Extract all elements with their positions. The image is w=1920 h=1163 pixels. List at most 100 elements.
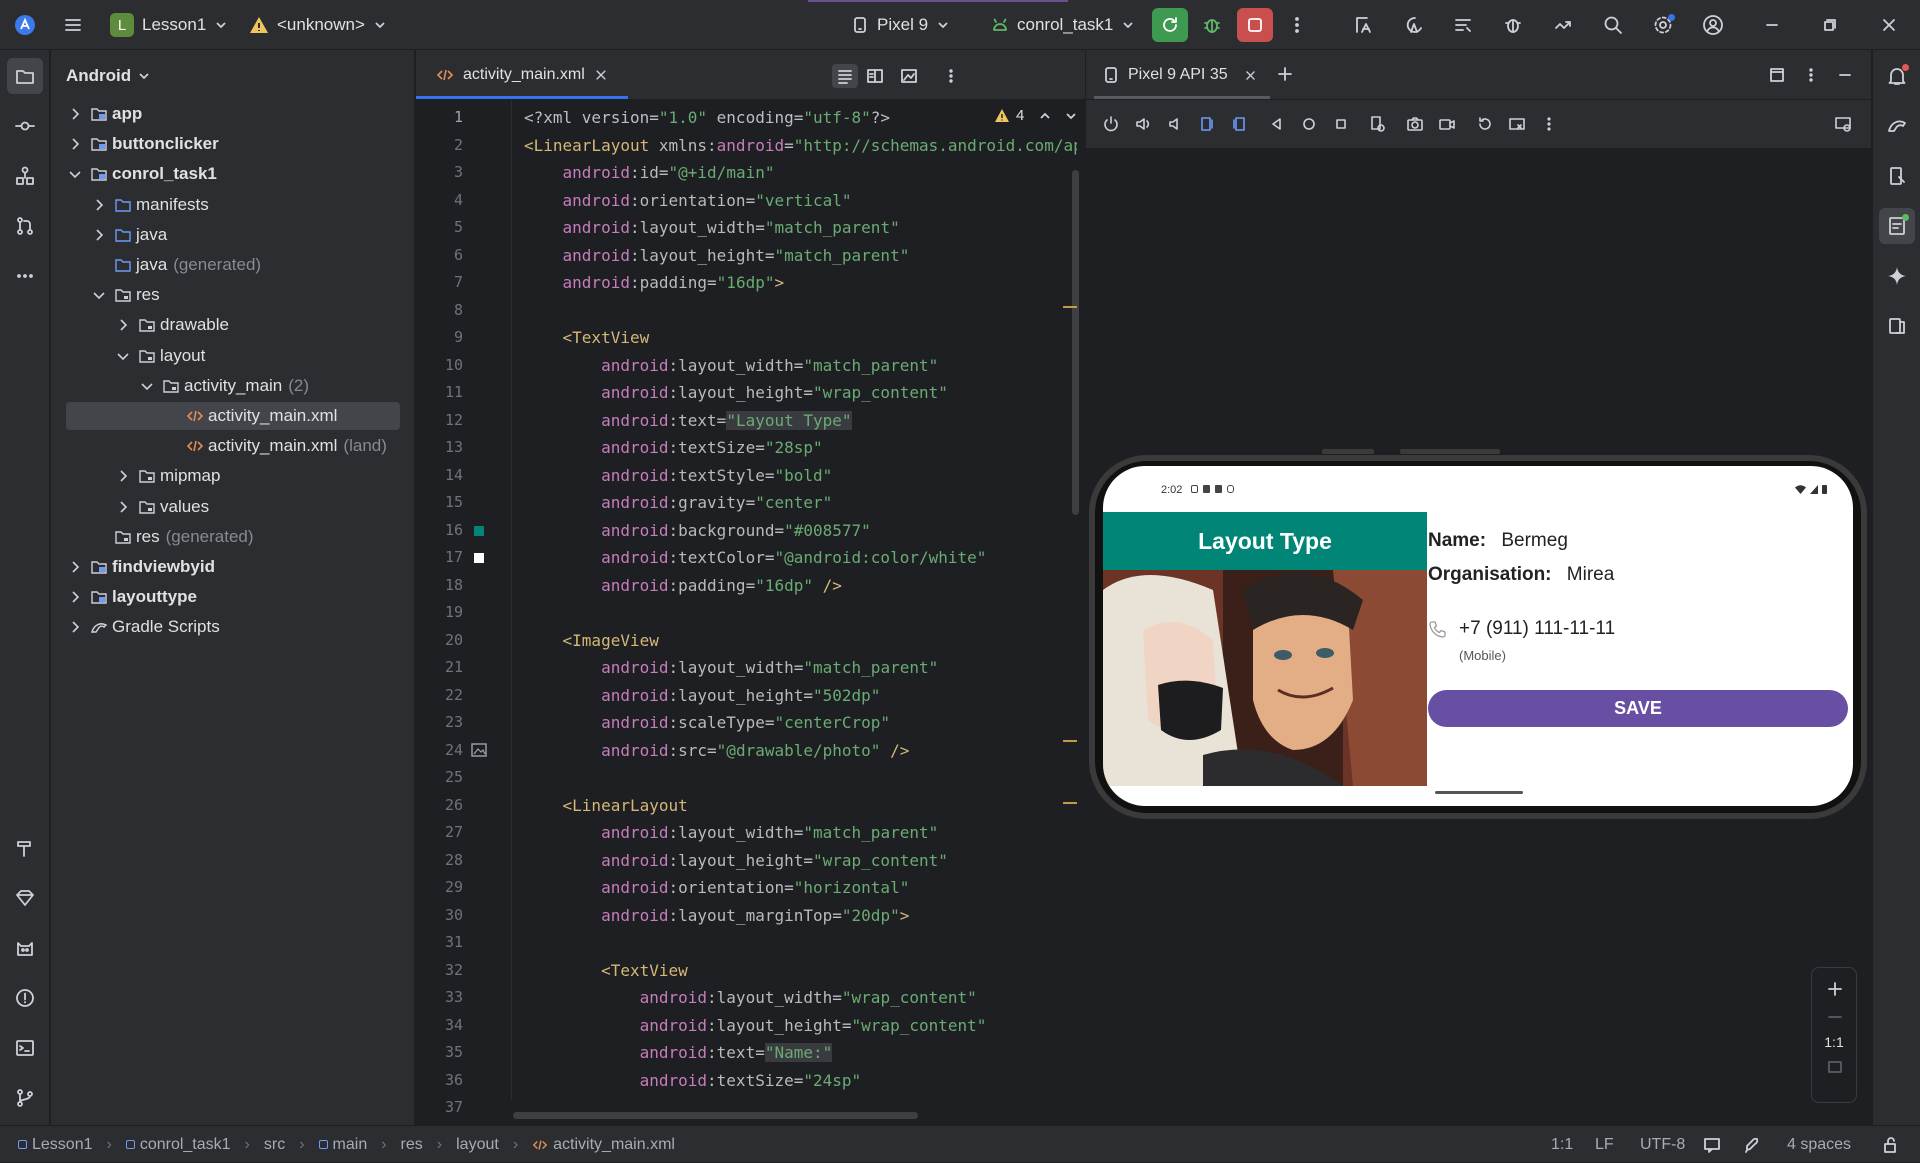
code-line[interactable]: android:layout_height="wrap_content" [524,847,948,874]
maximize-panel-button[interactable] [1768,66,1786,84]
zoom-in-icon[interactable] [1826,980,1844,998]
gemini-tool-button[interactable] [7,880,43,916]
layout-inspector-button[interactable] [1445,8,1481,42]
volume-up-icon[interactable] [1134,115,1152,133]
rotate-left-icon[interactable] [1198,115,1216,133]
rerun-button[interactable] [1152,8,1188,42]
warning-marker[interactable] [1063,306,1077,308]
editor-options-button[interactable] [942,67,960,85]
device-explorer-tool-button[interactable] [1879,308,1915,344]
device-settings-icon[interactable] [1368,115,1386,133]
code-view-button[interactable] [832,64,858,88]
apply-changes-button[interactable] [1346,8,1382,42]
problems-tool-button[interactable] [7,980,43,1016]
structure-tool-button[interactable] [7,158,43,194]
code-line[interactable]: android:layout_width="wrap_content" [524,984,977,1011]
chevron-right-icon[interactable] [114,316,132,334]
close-tab-icon[interactable] [594,68,608,82]
code-line[interactable]: android:orientation="vertical" [524,187,852,214]
android-studio-logo[interactable] [13,0,37,50]
device-manager-button[interactable] [1545,8,1581,42]
chevron-right-icon[interactable] [90,196,108,214]
project-view-selector[interactable]: Android [66,66,151,86]
breadcrumb-item[interactable]: activity_main.xml [532,1136,675,1154]
rotate-right-icon[interactable] [1230,115,1248,133]
caret-position[interactable]: 1:1 [1551,1126,1573,1163]
tree-item[interactable]: drawable [66,311,400,339]
tree-item[interactable]: java [66,221,400,249]
code-line[interactable]: android:background="#008577" [524,517,871,544]
code-line[interactable]: android:layout_width="match_parent" [524,352,938,379]
emulator-screen[interactable]: 2:02 Layout Type Name: Bermeg Organisati… [1103,466,1853,806]
file-encoding[interactable]: UTF-8 [1640,1126,1685,1163]
code-line[interactable]: <TextView [524,324,650,351]
chevron-up-icon[interactable] [1038,109,1052,123]
fit-screen-icon[interactable] [1826,1058,1844,1076]
tree-item[interactable]: res (generated) [66,523,400,551]
search-button[interactable] [1595,8,1631,42]
code-line[interactable]: <ImageView [524,627,659,654]
color-swatch-white[interactable] [474,553,484,563]
gesture-nav-bar[interactable] [1435,791,1523,794]
reset-icon[interactable] [1476,115,1494,133]
restore-window-button[interactable] [1812,8,1848,42]
project-tool-button[interactable] [7,58,43,94]
color-swatch-teal[interactable] [474,525,484,536]
chevron-down-icon[interactable] [90,286,108,304]
pull-requests-tool-button[interactable] [7,208,43,244]
design-view-button[interactable] [900,67,918,85]
tree-item[interactable]: Gradle Scripts [66,613,400,641]
home-icon[interactable] [1300,115,1318,133]
project-selector[interactable]: L Lesson1 [110,0,228,50]
add-device-button[interactable] [1276,65,1294,83]
gemini-tool-button[interactable] [1879,258,1915,294]
code-line[interactable]: android:padding="16dp"> [524,269,785,296]
minimize-window-button[interactable] [1754,8,1790,42]
build-tool-button[interactable] [7,830,43,866]
tree-item[interactable]: conrol_task1 [66,160,400,188]
account-button[interactable] [1695,8,1731,42]
zoom-actual-size[interactable]: 1:1 [1812,1034,1856,1050]
code-line[interactable]: <?xml version="1.0" encoding="utf-8"?> [524,104,890,131]
tree-item[interactable]: layouttype [66,583,400,611]
notifications-tool-button[interactable] [1879,58,1915,94]
code-line[interactable]: <LinearLayout xmlns:android="http://sche… [524,132,1077,159]
more-actions-button[interactable] [1279,8,1315,42]
code-line[interactable]: android:textStyle="bold" [524,462,832,489]
chevron-down-icon[interactable] [1064,109,1078,123]
code-line[interactable]: android:id="@+id/main" [524,159,775,186]
volume-down-icon[interactable] [1166,115,1184,133]
chevron-right-icon[interactable] [66,135,84,153]
code-line[interactable]: android:layout_width="match_parent" [524,654,938,681]
lock-toggle[interactable] [1882,1126,1900,1163]
apply-code-changes-button[interactable] [1396,8,1432,42]
breadcrumb-item[interactable]: src [264,1136,285,1154]
code-content[interactable]: <?xml version="1.0" encoding="utf-8"?> <L… [512,100,1077,1100]
power-icon[interactable] [1102,115,1120,133]
tree-item[interactable]: activity_main.xml [66,402,400,430]
breadcrumb-item[interactable]: Lesson1 [18,1136,93,1154]
tree-item[interactable]: findviewbyid [66,553,400,581]
code-line[interactable]: android:layout_height="match_parent" [524,242,910,269]
chevron-down-icon[interactable] [66,165,84,183]
editor-tab-activity-main[interactable]: activity_main.xml [424,50,620,100]
warning-marker[interactable] [1063,740,1077,742]
code-line[interactable]: android:layout_height="wrap_content" [524,1012,987,1039]
settings-button[interactable] [1645,8,1681,42]
device-tab-pixel9[interactable]: Pixel 9 API 35 [1102,50,1257,100]
back-icon[interactable] [1268,115,1286,133]
panel-options-button[interactable] [1802,66,1820,84]
code-line[interactable]: android:textColor="@android:color/white" [524,544,986,571]
close-window-button[interactable] [1871,8,1907,42]
camera-icon[interactable] [1406,115,1424,133]
device-selector[interactable]: Pixel 9 [851,0,950,50]
tree-item[interactable]: manifests [66,191,400,219]
tree-item[interactable]: mipmap [66,462,400,490]
overview-icon[interactable] [1332,115,1350,133]
breadcrumb-item[interactable]: layout [456,1136,499,1154]
version-control-tool-button[interactable] [7,1080,43,1116]
code-line[interactable]: android:gravity="center" [524,489,832,516]
terminal-tool-button[interactable] [7,1030,43,1066]
tree-item[interactable]: app [66,100,400,128]
split-view-button[interactable] [866,67,884,85]
